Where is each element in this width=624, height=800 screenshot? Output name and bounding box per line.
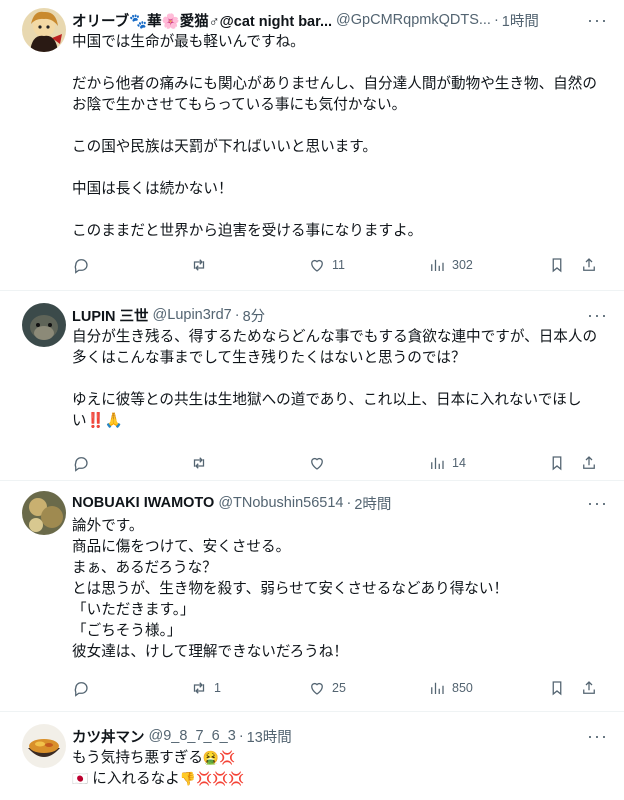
tweet-text: 中国では生命が最も軽いんですね。 だから他者の痛みにも関心がありませんし、自分達… xyxy=(72,34,597,239)
display-name[interactable]: オリーブ🐾華🌸愛猫♂@cat night bar... xyxy=(72,10,332,31)
display-name[interactable]: カツ丼マン xyxy=(72,726,145,747)
timestamp[interactable]: 1時間 xyxy=(502,10,539,31)
retweet-button[interactable] xyxy=(190,256,308,274)
timestamp[interactable]: 13時間 xyxy=(247,726,292,747)
tweet-text-line: もう気持ち悪すぎる🤮💢 xyxy=(72,748,608,769)
japan-flag-emoji: 🇯🇵 xyxy=(72,771,89,786)
tweet[interactable]: オリーブ🐾華🌸愛猫♂@cat night bar... @GpCMRqpmkQD… xyxy=(0,0,624,291)
user-handle[interactable]: @TNobushin56514 xyxy=(218,495,343,511)
reply-icon xyxy=(74,457,88,472)
bookmark-button[interactable] xyxy=(548,454,580,472)
user-handle[interactable]: @9_8_7_6_3 xyxy=(149,728,236,744)
action-bar: 14 xyxy=(72,453,608,473)
timestamp[interactable]: 8分 xyxy=(243,305,266,326)
retweet-button[interactable]: 1 xyxy=(190,679,308,697)
reply-icon xyxy=(74,259,88,274)
bookmark-button[interactable] xyxy=(548,679,580,697)
reply-button[interactable] xyxy=(72,679,190,697)
avatar[interactable] xyxy=(22,724,66,768)
retweet-button[interactable] xyxy=(190,454,308,472)
action-bar: 11 302 xyxy=(72,255,608,275)
like-button[interactable]: 11 xyxy=(308,256,428,274)
thumbs-down-emoji: 👎💢💢💢 xyxy=(179,771,245,786)
bookmark-button[interactable] xyxy=(548,256,580,274)
tweet-text-segment: に入れるなよ xyxy=(92,771,180,787)
views-icon xyxy=(431,682,444,694)
views-button[interactable]: 302 xyxy=(428,256,548,274)
display-name[interactable]: NOBUAKI IWAMOTO xyxy=(72,495,214,511)
more-options-icon[interactable]: ··· xyxy=(584,10,608,31)
reply-button[interactable] xyxy=(72,454,190,472)
separator-dot: · xyxy=(238,728,244,744)
views-count: 302 xyxy=(452,258,473,272)
timeline-feed: オリーブ🐾華🌸愛猫♂@cat night bar... @GpCMRqpmkQD… xyxy=(0,0,624,800)
avatar[interactable] xyxy=(22,303,66,347)
retweet-icon xyxy=(193,682,205,694)
share-icon xyxy=(583,456,595,469)
tweet-text-segment: もう気持ち悪すぎる xyxy=(72,750,203,766)
reply-icon xyxy=(74,682,88,697)
display-name[interactable]: LUPIN 三世 xyxy=(72,305,149,326)
timestamp[interactable]: 2時間 xyxy=(354,493,391,514)
bookmark-icon xyxy=(552,681,562,696)
tweet-text: 論外です。 商品に傷をつけて、安くさせる。 まぁ、あるだろうな？ とは思うが、生… xyxy=(72,518,509,660)
share-icon xyxy=(583,681,595,694)
like-icon xyxy=(311,457,323,470)
views-button[interactable]: 850 xyxy=(428,679,548,697)
tweet[interactable]: カツ丼マン @9_8_7_6_3 · 13時間 ··· もう気持ち悪すぎる🤮💢 … xyxy=(0,712,624,800)
user-handle[interactable]: @GpCMRqpmkQDTS... xyxy=(336,12,491,28)
avatar[interactable] xyxy=(22,491,66,535)
views-count: 850 xyxy=(452,681,473,695)
tweet-header: NOBUAKI IWAMOTO @TNobushin56514 · 2時間 ··… xyxy=(72,481,608,513)
like-button[interactable]: 25 xyxy=(308,679,428,697)
separator-dot: · xyxy=(346,495,352,511)
like-count: 11 xyxy=(332,258,345,272)
views-button[interactable]: 14 xyxy=(428,454,548,472)
retweet-count: 1 xyxy=(214,681,221,695)
bookmark-icon xyxy=(552,456,562,471)
angry-emoji: 🤮💢 xyxy=(202,750,236,765)
separator-dot: · xyxy=(493,12,499,28)
tweet[interactable]: NOBUAKI IWAMOTO @TNobushin56514 · 2時間 ··… xyxy=(0,481,624,712)
more-options-icon[interactable]: ··· xyxy=(584,726,608,747)
tweet-header: LUPIN 三世 @Lupin3rd7 · 8分 ··· xyxy=(72,291,608,325)
like-icon xyxy=(311,259,323,272)
retweet-icon xyxy=(193,457,205,469)
tweet-header: オリーブ🐾華🌸愛猫♂@cat night bar... @GpCMRqpmkQD… xyxy=(72,0,608,30)
tweet-text-line: 🇯🇵 に入れるなよ👎💢💢💢 xyxy=(72,769,608,790)
share-icon xyxy=(583,258,595,271)
views-icon xyxy=(431,457,444,469)
like-button[interactable] xyxy=(308,454,428,472)
more-options-icon[interactable]: ··· xyxy=(584,305,608,326)
tweet-text: もう気持ち悪すぎる🤮💢 🇯🇵 に入れるなよ👎💢💢💢 xyxy=(72,748,608,790)
like-icon xyxy=(311,682,323,695)
share-button[interactable] xyxy=(580,256,598,274)
share-button[interactable] xyxy=(580,679,598,697)
action-bar: 1 25 850 xyxy=(72,678,608,698)
share-button[interactable] xyxy=(580,454,598,472)
views-icon xyxy=(431,259,444,271)
reply-button[interactable] xyxy=(72,256,190,274)
tweet[interactable]: LUPIN 三世 @Lupin3rd7 · 8分 ··· 自分が生き残る、得する… xyxy=(0,291,624,481)
retweet-icon xyxy=(193,259,205,271)
separator-dot: · xyxy=(234,307,240,323)
like-count: 25 xyxy=(332,681,346,695)
tweet-text: 自分が生き残る、得するためならどんな事でもする貪欲な連中ですが、日本人の多くはこ… xyxy=(72,329,598,429)
more-options-icon[interactable]: ··· xyxy=(584,493,608,514)
bookmark-icon xyxy=(552,258,562,273)
user-handle[interactable]: @Lupin3rd7 xyxy=(153,307,232,323)
tweet-header: カツ丼マン @9_8_7_6_3 · 13時間 ··· xyxy=(72,712,608,746)
views-count: 14 xyxy=(452,456,466,470)
avatar[interactable] xyxy=(22,8,66,52)
